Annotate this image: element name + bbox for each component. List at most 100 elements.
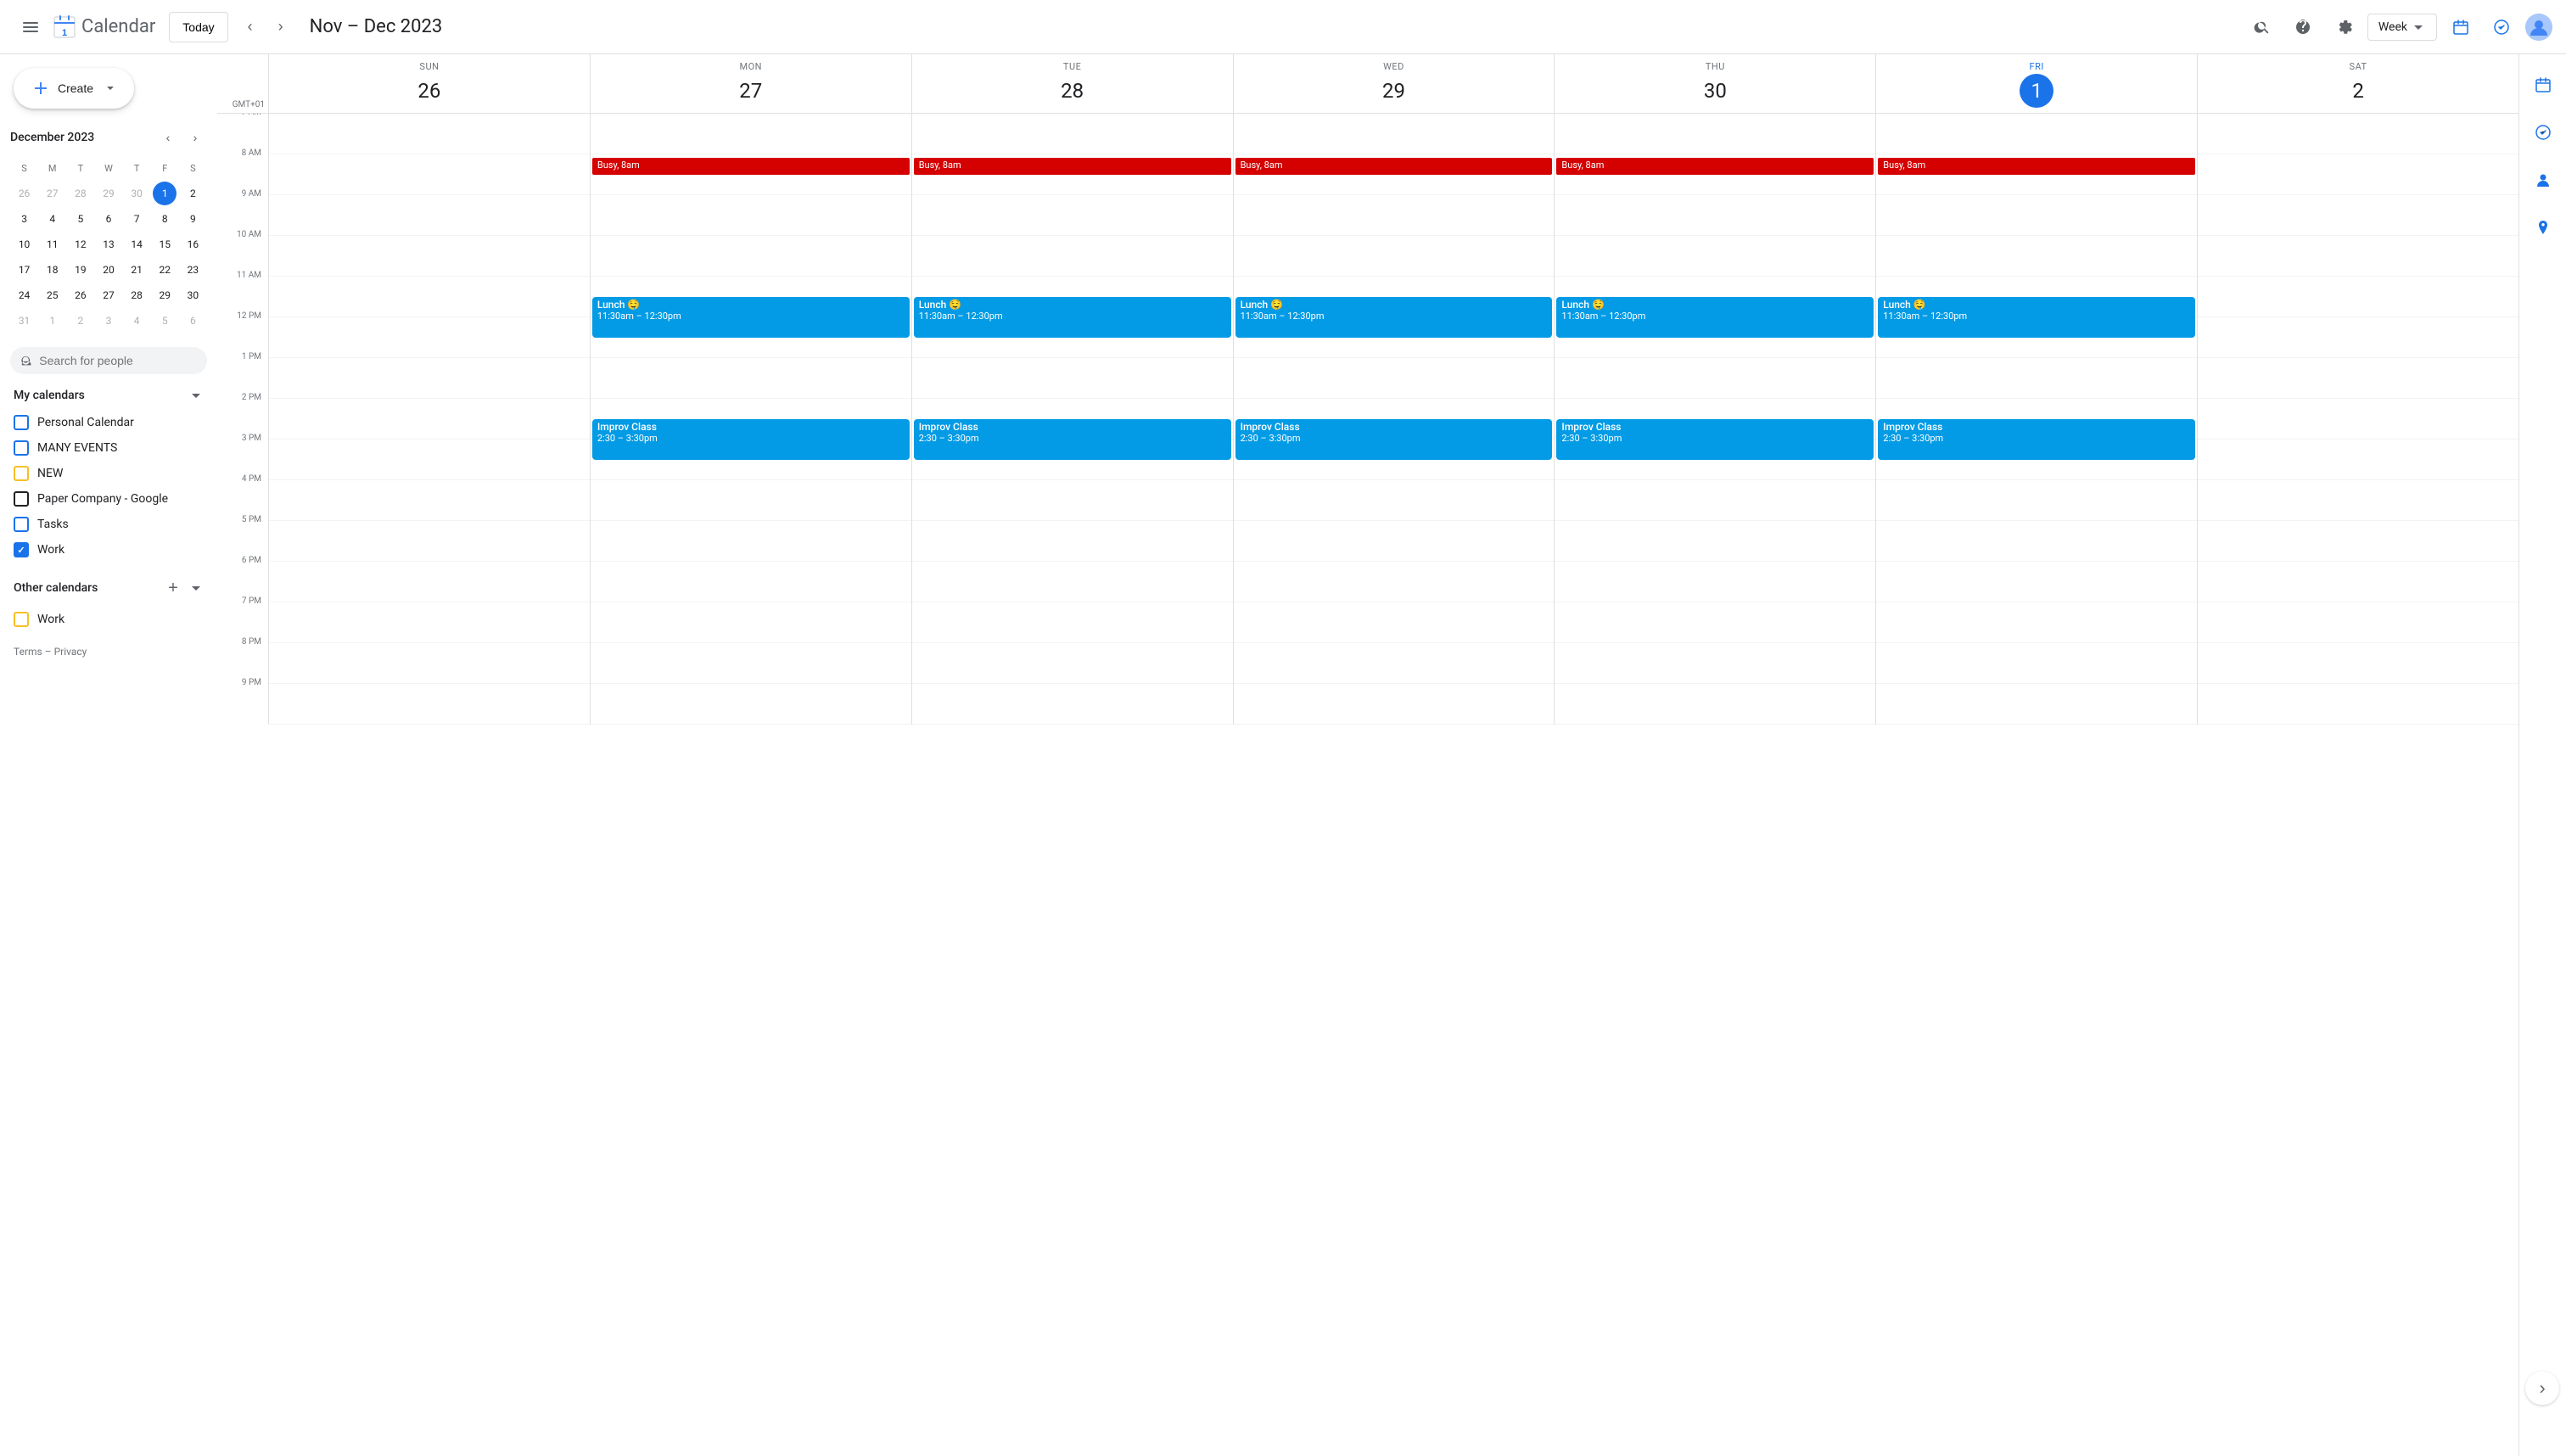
mini-cal-date[interactable]: 18 [41, 258, 64, 282]
next-arrow[interactable]: › [266, 12, 296, 42]
mini-cal-date[interactable]: 19 [69, 258, 92, 282]
mini-cal-date[interactable]: 21 [125, 258, 148, 282]
mini-cal-prev[interactable]: ‹ [156, 126, 180, 149]
busy-event[interactable]: Busy, 8am [1878, 158, 2195, 175]
mini-cal-date[interactable]: 14 [125, 232, 148, 256]
mini-cal-date[interactable]: 15 [153, 232, 176, 256]
mini-cal-date[interactable]: 11 [41, 232, 64, 256]
mini-cal-date[interactable]: 30 [181, 283, 204, 307]
calendar-item[interactable]: Personal Calendar [0, 410, 217, 435]
avatar[interactable] [2525, 14, 2552, 41]
calendar-view-icon[interactable] [2444, 10, 2478, 44]
mini-cal-date[interactable]: 29 [97, 182, 120, 205]
calendar-item[interactable]: MANY EVENTS [0, 435, 217, 461]
day-column-4[interactable]: Busy, 8am Lunch 🤤11:30am – 12:30pm Improv … [1554, 114, 1875, 725]
mini-cal-date[interactable]: 30 [125, 182, 148, 205]
calendar-checkbox[interactable] [14, 415, 29, 430]
mini-cal-title[interactable]: December 2023 [10, 131, 94, 144]
calendar-item[interactable]: Paper Company - Google [0, 486, 217, 512]
mini-cal-date[interactable]: 20 [97, 258, 120, 282]
mini-cal-date[interactable]: 25 [41, 283, 64, 307]
mini-cal-date[interactable]: 6 [181, 309, 204, 333]
create-button[interactable]: Create [14, 68, 134, 109]
mini-cal-date[interactable]: 12 [69, 232, 92, 256]
calendar-scroll[interactable]: 7 AM8 AM9 AM10 AM11 AM12 PM1 PM2 PM3 PM4… [217, 114, 2518, 1456]
right-calendar-icon[interactable] [2526, 68, 2560, 102]
mini-cal-date[interactable]: 26 [69, 283, 92, 307]
mini-cal-date[interactable]: 5 [153, 309, 176, 333]
mini-cal-date[interactable]: 31 [13, 309, 36, 333]
other-calendar-item[interactable]: Work [0, 607, 217, 632]
help-button[interactable] [2286, 10, 2320, 44]
mini-cal-date[interactable]: 9 [181, 207, 204, 231]
day-column-3[interactable]: Busy, 8am Lunch 🤤11:30am – 12:30pm Improv … [1233, 114, 1555, 725]
mini-cal-date[interactable]: 17 [13, 258, 36, 282]
busy-event[interactable]: Busy, 8am [914, 158, 1231, 175]
expand-right-sidebar[interactable]: › [2525, 1371, 2559, 1405]
day-column-5[interactable]: Busy, 8amLunch 🤤11:30am – 12:30pmImprov … [1875, 114, 2197, 725]
busy-event[interactable]: Busy, 8am [592, 158, 910, 175]
calendar-item[interactable]: NEW [0, 461, 217, 486]
mini-cal-date[interactable]: 3 [97, 309, 120, 333]
mini-cal-date[interactable]: 1 [41, 309, 64, 333]
view-selector[interactable]: Week [2367, 14, 2437, 41]
day-header-tue[interactable]: TUE 28 [911, 54, 1233, 113]
mini-cal-date[interactable]: 8 [153, 207, 176, 231]
day-header-sun[interactable]: SUN 26 [268, 54, 590, 113]
mini-cal-date[interactable]: 5 [69, 207, 92, 231]
mini-cal-date[interactable]: 24 [13, 283, 36, 307]
mini-cal-next[interactable]: › [183, 126, 207, 149]
search-people[interactable] [10, 347, 207, 374]
calendar-checkbox[interactable] [14, 517, 29, 532]
mini-cal-date[interactable]: 7 [125, 207, 148, 231]
prev-arrow[interactable]: ‹ [235, 12, 266, 42]
mini-cal-date[interactable]: 27 [41, 182, 64, 205]
day-column-0[interactable] [268, 114, 590, 725]
search-people-input[interactable] [39, 354, 197, 367]
mini-cal-date[interactable]: 26 [13, 182, 36, 205]
calendar-item[interactable]: Work [0, 537, 217, 563]
calendar-checkbox[interactable] [14, 491, 29, 507]
day-header-fri[interactable]: FRI 1 [1875, 54, 2197, 113]
settings-button[interactable] [2327, 10, 2361, 44]
lunch-event[interactable]: Lunch 🤤11:30am – 12:30pm [1235, 297, 1553, 338]
mini-cal-date[interactable]: 4 [41, 207, 64, 231]
right-map-icon[interactable] [2526, 210, 2560, 244]
busy-event[interactable]: Busy, 8am [1556, 158, 1874, 175]
menu-button[interactable] [14, 10, 48, 44]
improv-event[interactable]: Improv Class2:30 – 3:30pm [914, 419, 1231, 460]
my-calendars-header[interactable]: My calendars [0, 381, 217, 410]
mini-cal-date[interactable]: 16 [181, 232, 204, 256]
search-button[interactable] [2245, 10, 2279, 44]
improv-event[interactable]: Improv Class2:30 – 3:30pm [592, 419, 910, 460]
task-icon[interactable] [2485, 10, 2518, 44]
other-calendar-checkbox[interactable] [14, 612, 29, 627]
privacy-link[interactable]: Privacy [54, 646, 87, 658]
right-task-icon[interactable] [2526, 115, 2560, 149]
mini-cal-date[interactable]: 23 [181, 258, 204, 282]
mini-cal-date[interactable]: 28 [125, 283, 148, 307]
mini-cal-date[interactable]: 2 [69, 309, 92, 333]
other-calendars-header[interactable]: Other calendars + [0, 569, 217, 607]
busy-event[interactable]: Busy, 8am [1235, 158, 1553, 175]
day-header-wed[interactable]: WED 29 [1233, 54, 1555, 113]
improv-event[interactable]: Improv Class2:30 – 3:30pm [1878, 419, 2195, 460]
day-column-1[interactable]: Busy, 8am Lunch 🤤11:30am – 12:30pm Improv … [590, 114, 911, 725]
calendar-checkbox[interactable] [14, 466, 29, 481]
day-header-thu[interactable]: THU 30 [1554, 54, 1875, 113]
mini-cal-date[interactable]: 2 [181, 182, 204, 205]
terms-link[interactable]: Terms [14, 646, 42, 658]
day-column-6[interactable] [2197, 114, 2518, 725]
calendar-item[interactable]: Tasks [0, 512, 217, 537]
lunch-event[interactable]: Lunch 🤤11:30am – 12:30pm [1556, 297, 1874, 338]
improv-event[interactable]: Improv Class2:30 – 3:30pm [1556, 419, 1874, 460]
lunch-event[interactable]: Lunch 🤤11:30am – 12:30pm [592, 297, 910, 338]
day-column-2[interactable]: Busy, 8amLunch 🤤11:30am – 12:30pmImprov … [911, 114, 1233, 725]
day-header-sat[interactable]: SAT 2 [2197, 54, 2518, 113]
mini-cal-date[interactable]: 22 [153, 258, 176, 282]
mini-cal-date[interactable]: 29 [153, 283, 176, 307]
day-header-mon[interactable]: MON 27 [590, 54, 911, 113]
mini-cal-date[interactable]: 4 [125, 309, 148, 333]
improv-event[interactable]: Improv Class2:30 – 3:30pm [1235, 419, 1553, 460]
add-other-calendar-button[interactable]: + [161, 576, 185, 600]
